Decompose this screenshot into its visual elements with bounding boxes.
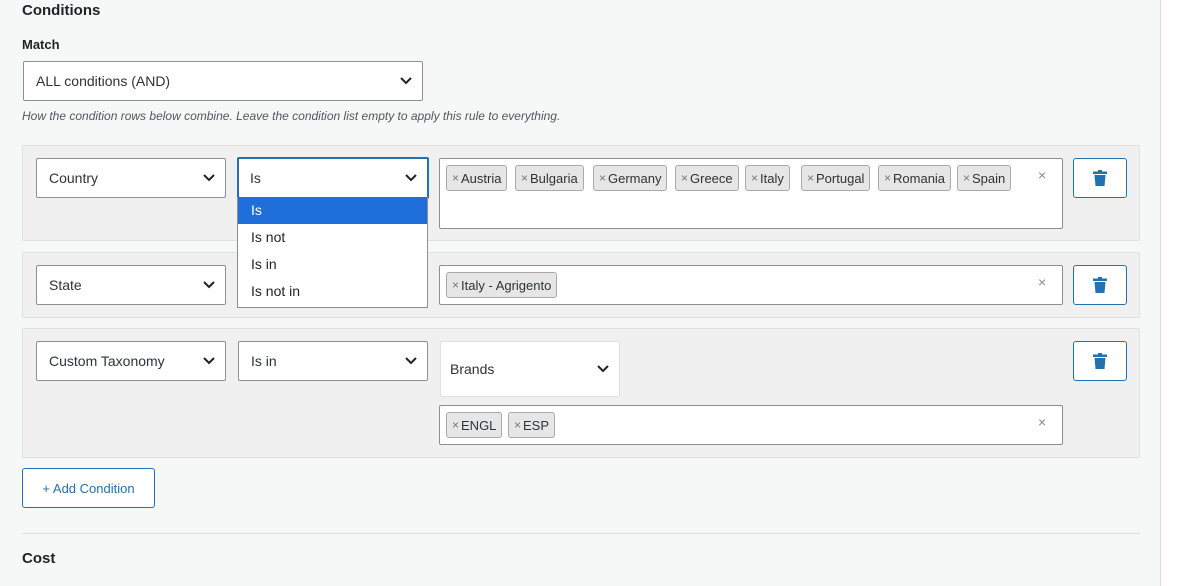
tag-label: Italy [760, 170, 784, 186]
tag-label: Germany [608, 170, 662, 186]
tag-remove-icon[interactable]: × [751, 171, 758, 185]
taxonomy-select[interactable]: Brands [440, 341, 620, 397]
dropdown-option-is-not[interactable]: Is not [238, 224, 427, 251]
tag-remove-icon[interactable]: × [963, 171, 970, 185]
condition-operator-select[interactable]: Is [237, 157, 429, 199]
delete-condition-button[interactable] [1073, 341, 1127, 381]
match-select[interactable]: ALL conditions (AND) [23, 61, 423, 101]
match-label: Match [22, 37, 60, 52]
clear-all-icon[interactable]: × [1038, 167, 1046, 183]
tag: × Germany [593, 165, 668, 191]
trash-icon [1093, 353, 1107, 369]
tag: × Italy [745, 165, 790, 191]
tag-remove-icon[interactable]: × [884, 171, 891, 185]
tag: × Italy - Agrigento [446, 272, 558, 298]
delete-condition-button[interactable] [1073, 158, 1127, 198]
tag-label: ENGL [461, 417, 497, 433]
match-select-value: ALL conditions (AND) [36, 73, 171, 89]
tag-label: Austria [461, 170, 502, 186]
tag-label: Spain [972, 170, 1006, 186]
chevron-down-icon [597, 365, 609, 373]
tag: × Bulgaria [515, 165, 584, 191]
condition-field-value: State [49, 277, 82, 293]
delete-condition-button[interactable] [1073, 265, 1127, 305]
dropdown-option-is[interactable]: Is [238, 197, 427, 224]
condition-field-value: Custom Taxonomy [49, 353, 165, 369]
tag-label: Bulgaria [530, 170, 578, 186]
taxonomy-select-value: Brands [450, 361, 495, 377]
condition-operator-value: Is in [251, 353, 277, 369]
condition-field-select[interactable]: State [36, 265, 226, 305]
condition-operator-value: Is [250, 170, 261, 186]
country-multiselect[interactable]: × Austria × Bulgaria × Germany × Greece × Ita… [439, 158, 1063, 229]
tag-label: Greece [690, 170, 733, 186]
chevron-down-icon [203, 174, 215, 182]
tag-remove-icon[interactable]: × [681, 171, 688, 185]
condition-field-value: Country [49, 170, 99, 186]
clear-all-icon[interactable]: × [1038, 414, 1046, 430]
cost-title: Cost [22, 550, 56, 567]
section-divider [22, 533, 1140, 534]
condition-field-select[interactable]: Custom Taxonomy [36, 341, 226, 381]
chevron-down-icon [405, 357, 417, 365]
operator-dropdown-list: Is Is not Is in Is not in [237, 197, 428, 308]
tag-label: Romania [893, 170, 946, 186]
dropdown-option-is-in[interactable]: Is in [238, 251, 427, 278]
tag: × Greece [675, 165, 739, 191]
trash-icon [1093, 277, 1107, 293]
tag: × ESP [508, 412, 556, 438]
condition-field-select[interactable]: Country [36, 158, 226, 198]
tag-remove-icon[interactable]: × [514, 418, 521, 432]
tag: × Spain [957, 165, 1012, 191]
tag: × Romania [878, 165, 952, 191]
tag-remove-icon[interactable]: × [452, 418, 459, 432]
chevron-down-icon [405, 174, 417, 182]
tag: × ENGL [446, 412, 503, 438]
dropdown-option-is-not-in[interactable]: Is not in [238, 278, 427, 305]
tag-label: Portugal [816, 170, 865, 186]
tag-remove-icon[interactable]: × [521, 171, 528, 185]
add-condition-button[interactable]: + Add Condition [22, 468, 155, 508]
conditions-panel: Conditions Match ALL conditions (AND) Ho… [0, 0, 1161, 586]
tag: × Portugal [801, 165, 871, 191]
terms-multiselect[interactable]: × ENGL × ESP × [439, 405, 1063, 445]
chevron-down-icon [203, 357, 215, 365]
tag-remove-icon[interactable]: × [807, 171, 814, 185]
match-help-text: How the condition rows below combine. Le… [22, 109, 561, 123]
trash-icon [1093, 170, 1107, 186]
tag-remove-icon[interactable]: × [452, 278, 459, 292]
state-multiselect[interactable]: × Italy - Agrigento × [439, 265, 1063, 305]
tag-label: ESP [523, 417, 550, 433]
condition-operator-select[interactable]: Is in [238, 341, 428, 381]
clear-all-icon[interactable]: × [1038, 274, 1046, 290]
chevron-down-icon [400, 77, 412, 85]
chevron-down-icon [203, 281, 215, 289]
tag-remove-icon[interactable]: × [452, 171, 459, 185]
tag: × Austria [446, 165, 508, 191]
tag-remove-icon[interactable]: × [599, 171, 606, 185]
tag-label: Italy - Agrigento [461, 277, 552, 293]
conditions-title: Conditions [22, 2, 101, 19]
